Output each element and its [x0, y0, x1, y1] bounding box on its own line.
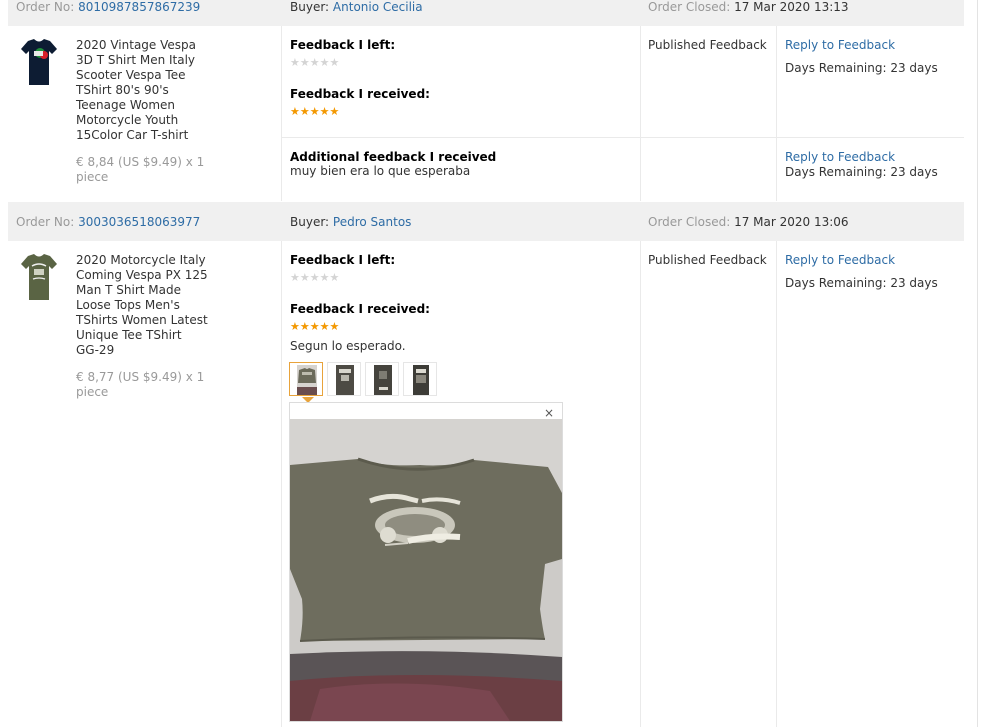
- additional-feedback-comment: muy bien era lo que esperaba: [290, 164, 471, 178]
- feedback-left-heading: Feedback I left:: [290, 38, 396, 52]
- feedback-received-stars: ★★★★★: [290, 105, 340, 118]
- page-right-border: [977, 0, 978, 727]
- order-no-link[interactable]: 3003036518063977: [78, 215, 200, 229]
- order-closed-label: Order Closed:: [648, 215, 731, 229]
- reply-to-feedback-link[interactable]: Reply to Feedback: [785, 253, 895, 268]
- order-no-link[interactable]: 8010987857867239: [78, 0, 200, 14]
- product-title[interactable]: 2020 Motorcycle Italy Coming Vespa PX 12…: [76, 253, 208, 358]
- order-closed-label: Order Closed:: [648, 0, 731, 14]
- feedback-comment: Segun lo esperado.: [290, 339, 406, 353]
- order-no-label: Order No:: [16, 215, 75, 229]
- reply-to-additional-feedback-link[interactable]: Reply to Feedback: [785, 150, 895, 165]
- feedback-received-heading: Feedback I received:: [290, 302, 430, 316]
- product-price: € 8,84 (US $9.49) x 1 piece: [76, 155, 205, 184]
- days-remaining: Days Remaining: 23 days: [785, 276, 938, 290]
- buyer-link[interactable]: Pedro Santos: [333, 215, 412, 229]
- buyer-label: Buyer:: [290, 215, 330, 229]
- additional-feedback-heading: Additional feedback I received: [290, 150, 497, 164]
- published-feedback-label: Published Feedback: [648, 38, 767, 52]
- feedback-left-stars: ★★★★★: [290, 271, 340, 284]
- order-no-label: Order No:: [16, 0, 75, 14]
- feedback-photo-thumb[interactable]: [289, 362, 323, 396]
- days-remaining: Days Remaining: 23 days: [785, 61, 938, 75]
- feedback-photo-thumb[interactable]: [327, 362, 361, 396]
- order-header: Order No: 3003036518063977 Buyer: Pedro …: [8, 202, 964, 241]
- order-closed-date: 17 Mar 2020 13:06: [734, 215, 849, 229]
- product-price: € 8,77 (US $9.49) x 1 piece: [76, 370, 205, 399]
- published-feedback-label: Published Feedback: [648, 253, 767, 267]
- order-header: Order No: 8010987857867239 Buyer: Antoni…: [8, 0, 964, 26]
- feedback-photo-large: [290, 419, 562, 721]
- feedback-list: Order No: 8010987857867239 Buyer: Antoni…: [8, 0, 964, 727]
- product-title[interactable]: 2020 Vintage Vespa 3D T Shirt Men Italy …: [76, 38, 208, 143]
- product-image[interactable]: [20, 37, 58, 87]
- buyer-label: Buyer:: [290, 0, 330, 14]
- additional-days-remaining: Days Remaining: 23 days: [785, 165, 938, 179]
- feedback-received-stars: ★★★★★: [290, 320, 340, 333]
- reply-to-feedback-link[interactable]: Reply to Feedback: [785, 38, 895, 53]
- order-closed-date: 17 Mar 2020 13:13: [734, 0, 849, 14]
- feedback-photo-thumb[interactable]: [365, 362, 399, 396]
- feedback-left-heading: Feedback I left:: [290, 253, 396, 267]
- photo-preview-popup: ×: [289, 402, 563, 722]
- feedback-photo-thumb[interactable]: [403, 362, 437, 396]
- feedback-received-heading: Feedback I received:: [290, 87, 430, 101]
- buyer-link[interactable]: Antonio Cecilia: [333, 0, 423, 14]
- product-image[interactable]: [20, 252, 58, 302]
- close-icon[interactable]: ×: [544, 406, 554, 420]
- feedback-left-stars: ★★★★★: [290, 56, 340, 69]
